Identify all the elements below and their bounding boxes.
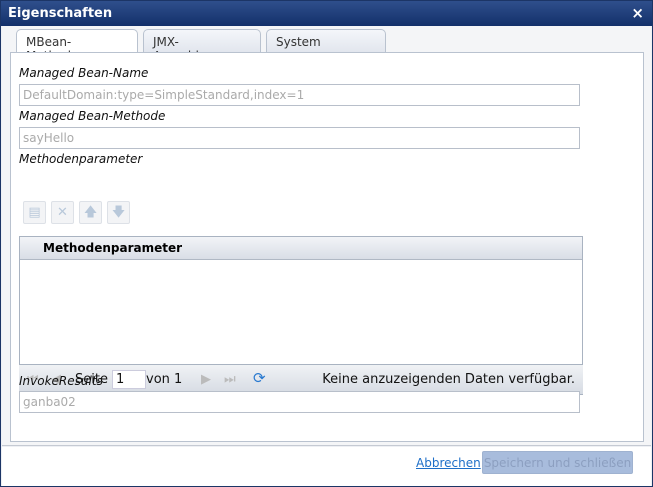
bean-method-field[interactable]: sayHello [19, 127, 580, 149]
paging-status: Keine anzuzeigenden Daten verfügbar. [322, 372, 575, 387]
column-header-params[interactable]: Methodenparameter [20, 237, 582, 260]
bean-name-label: Managed Bean-Name [19, 66, 149, 80]
tab-panel: Managed Bean-Name DefaultDomain:type=Sim… [10, 52, 644, 442]
last-page-icon[interactable]: ⏭ [224, 372, 236, 387]
invoke-results-label: InvokeResults [19, 374, 103, 388]
move-down-icon[interactable]: 🡇 [107, 201, 130, 224]
dialog-title: Eigenschaften [8, 6, 113, 21]
dialog-footer: Abbrechen Speichern und schließen [2, 447, 651, 486]
remove-param-icon[interactable]: ✕ [51, 201, 74, 224]
title-bar[interactable]: Eigenschaften × [1, 1, 652, 26]
invoke-results-field[interactable]: ganba02 [19, 391, 580, 413]
properties-dialog: Eigenschaften × MBean-Methode... JMX-Anm… [0, 0, 653, 487]
params-label: Methodenparameter [19, 152, 143, 166]
add-param-icon[interactable]: ▤ [23, 201, 46, 224]
bean-name-field[interactable]: DefaultDomain:type=SimpleStandard,index=… [19, 84, 580, 106]
page-input[interactable]: 1 [112, 370, 146, 389]
close-icon[interactable]: × [631, 4, 644, 22]
tab-system[interactable]: System [266, 29, 386, 52]
tab-jmx-credentials[interactable]: JMX-Anmeldepa... [143, 29, 261, 63]
dialog-body: MBean-Methode... JMX-Anmeldepa... System… [2, 26, 651, 446]
move-up-icon[interactable]: 🡅 [79, 201, 102, 224]
save-and-close-button[interactable]: Speichern und schließen [482, 451, 633, 474]
tab-mbean-method[interactable]: MBean-Methode... [16, 29, 138, 63]
cancel-link[interactable]: Abbrechen [416, 456, 481, 470]
next-page-icon[interactable]: ▶ [201, 372, 211, 387]
page-of-label: von 1 [146, 372, 183, 387]
bean-method-label: Managed Bean-Methode [19, 109, 166, 123]
params-grid: Methodenparameter [19, 236, 583, 365]
refresh-icon[interactable]: ⟳ [253, 369, 266, 387]
